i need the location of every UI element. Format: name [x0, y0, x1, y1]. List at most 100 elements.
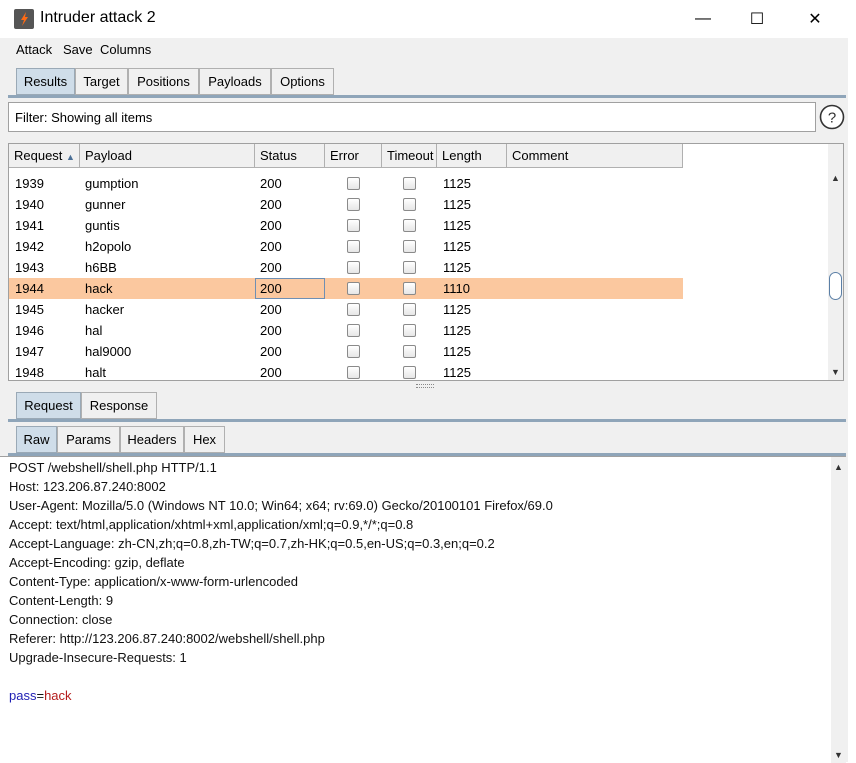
tab-results[interactable]: Results: [16, 68, 75, 95]
table-row[interactable]: 1943 h6BB 200 1125: [9, 257, 683, 278]
cell-status: 200: [260, 260, 282, 275]
cell-request: 1942: [15, 239, 44, 254]
cell-length: 1125: [443, 260, 471, 275]
tab-raw[interactable]: Raw: [16, 426, 57, 453]
cell-status: 200: [260, 218, 282, 233]
table-row[interactable]: 1945 hacker 200 1125: [9, 299, 683, 320]
cell-request: 1947: [15, 344, 44, 359]
table-row[interactable]: 1940 gunner 200 1125: [9, 194, 683, 215]
cell-request: 1946: [15, 323, 44, 338]
tab-label: Options: [280, 74, 325, 89]
tab-label: Target: [83, 74, 120, 89]
cell-length: 1125: [443, 344, 471, 359]
raw-request-editor[interactable]: POST /webshell/shell.php HTTP/1.1 Host: …: [0, 456, 846, 763]
table-row-partial: [9, 165, 683, 173]
timeout-checkbox: [403, 198, 416, 211]
request-header-line: Content-Type: application/x-www-form-url…: [9, 574, 299, 589]
window-title: Intruder attack 2: [40, 9, 156, 26]
tab-label: Hex: [192, 432, 217, 447]
cell-payload: gumption: [85, 176, 139, 191]
table-row[interactable]: 1948 halt 200 1125: [9, 362, 683, 380]
maximize-icon: ☐: [749, 11, 765, 28]
timeout-checkbox: [403, 219, 416, 232]
cell-payload: h6BB: [85, 260, 117, 275]
timeout-checkbox: [403, 261, 416, 274]
param-name: pass: [9, 688, 37, 703]
cell-payload: hal: [85, 323, 103, 338]
tab-response[interactable]: Response: [81, 392, 157, 419]
cell-length: 1110: [443, 281, 470, 296]
table-row[interactable]: 1947 hal9000 200 1125: [9, 341, 683, 362]
tab-hex[interactable]: Hex: [184, 426, 225, 453]
column-header-label: Status: [260, 148, 297, 163]
scroll-down-icon[interactable]: ▼: [831, 747, 846, 762]
splitter-handle[interactable]: [416, 384, 434, 388]
request-scrollbar[interactable]: ▲ ▼: [831, 457, 846, 763]
tab-divider: [8, 95, 846, 98]
svg-text:?: ?: [828, 110, 836, 127]
tab-payloads[interactable]: Payloads: [199, 68, 271, 95]
error-checkbox: [347, 324, 360, 337]
request-body-line: pass=hack: [9, 688, 72, 703]
tab-divider: [8, 419, 846, 422]
cell-payload: gunner: [85, 197, 126, 212]
error-checkbox: [347, 282, 360, 295]
question-circle-icon[interactable]: ?: [819, 104, 845, 130]
close-icon: ✕: [808, 11, 822, 28]
table-row[interactable]: 1942 h2opolo 200 1125: [9, 236, 683, 257]
error-checkbox: [347, 240, 360, 253]
scroll-up-icon[interactable]: ▲: [831, 459, 846, 474]
error-checkbox: [347, 261, 360, 274]
timeout-checkbox: [403, 303, 416, 316]
scroll-up-icon[interactable]: ▲: [828, 170, 843, 185]
table-row[interactable]: 1946 hal 200 1125: [9, 320, 683, 341]
param-equals: =: [36, 688, 45, 703]
tab-params[interactable]: Params: [57, 426, 120, 453]
cell-request: 1939: [15, 176, 44, 191]
results-table: Request ▲ Payload Status Error Timeout L…: [8, 143, 844, 381]
scroll-down-icon[interactable]: ▼: [828, 364, 843, 379]
cell-length: 1125: [443, 365, 471, 380]
tab-request[interactable]: Request: [16, 392, 81, 419]
cell-status: 200: [260, 344, 282, 359]
table-row[interactable]: 1939 gumption 200 1125: [9, 173, 683, 194]
filter-bar[interactable]: Filter: Showing all items: [8, 102, 816, 132]
burp-app-icon: [14, 9, 34, 29]
menu-attack[interactable]: Attack: [16, 42, 52, 57]
column-header-label: Length: [442, 148, 482, 163]
error-checkbox: [347, 303, 360, 316]
column-header-label: Payload: [85, 148, 132, 163]
error-checkbox: [347, 345, 360, 358]
menu-save[interactable]: Save: [63, 42, 93, 57]
tab-options[interactable]: Options: [271, 68, 334, 95]
table-scrollbar[interactable]: ▲ ▼: [828, 144, 843, 380]
cell-length: 1125: [443, 302, 471, 317]
timeout-checkbox: [403, 282, 416, 295]
timeout-checkbox: [403, 366, 416, 379]
table-row[interactable]: 1944 hack 200 1110: [9, 278, 683, 299]
menu-columns[interactable]: Columns: [100, 42, 151, 57]
tab-target[interactable]: Target: [75, 68, 128, 95]
table-row[interactable]: 1941 guntis 200 1125: [9, 215, 683, 236]
error-checkbox: [347, 219, 360, 232]
cell-payload: hal9000: [85, 344, 132, 359]
close-button[interactable]: ✕: [786, 0, 844, 38]
scroll-thumb[interactable]: [829, 272, 842, 300]
sort-ascending-icon: ▲: [66, 152, 75, 162]
tab-positions[interactable]: Positions: [128, 68, 199, 95]
cell-length: 1125: [443, 176, 471, 191]
minimize-button[interactable]: —: [674, 0, 732, 38]
maximize-button[interactable]: ☐: [728, 0, 786, 38]
cell-length: 1125: [443, 218, 471, 233]
cell-payload: halt: [85, 365, 106, 380]
cell-request: 1948: [15, 365, 44, 380]
request-header-line: Upgrade-Insecure-Requests: 1: [9, 650, 187, 665]
cell-request: 1944: [15, 281, 44, 296]
cell-length: 1125: [443, 197, 471, 212]
cell-status: 200: [260, 176, 282, 191]
tab-headers[interactable]: Headers: [120, 426, 184, 453]
title-bar: Intruder attack 2 — ☐ ✕: [0, 0, 848, 38]
request-header-line: Accept: text/html,application/xhtml+xml,…: [9, 517, 414, 532]
cell-request: 1945: [15, 302, 44, 317]
menu-bar: Attack Save Columns: [0, 38, 848, 62]
